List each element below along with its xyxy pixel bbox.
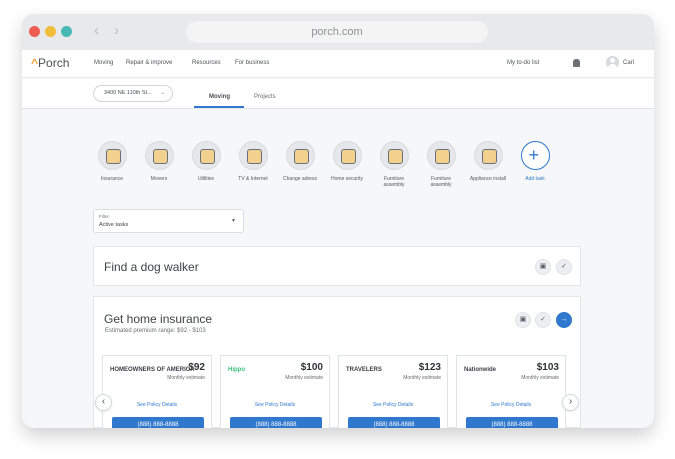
call-phone-button[interactable]: (888) 888-8888 <box>112 417 204 428</box>
quote-estimate-label: Monthly estimate <box>521 375 559 381</box>
arrow-right-icon[interactable]: → <box>556 312 572 328</box>
address-bar[interactable]: porch.com <box>186 21 488 43</box>
quote-card-homeowners[interactable]: HOMEOWNERS OF AMERICA $92 Monthly estima… <box>102 355 212 428</box>
porch-logo[interactable]: ^Porch <box>31 56 69 70</box>
service-utilities[interactable]: Utilities <box>186 141 226 182</box>
service-tv-internet[interactable]: TV & Internet <box>233 141 273 182</box>
movers-icon <box>152 149 168 164</box>
call-phone-button[interactable]: (888) 888-8888 <box>466 417 558 428</box>
active-tab-indicator <box>194 106 244 108</box>
appliance-install-icon <box>481 149 497 164</box>
premium-range-text: Estimated premium range: $92 - $103 <box>105 328 206 334</box>
see-policy-details-link[interactable]: See Policy Details <box>221 402 329 408</box>
address-selector[interactable]: 3400 NE 110th St... ⌄ <box>93 85 173 102</box>
service-shortcuts: Insurance Movers Utilities TV & Internet… <box>92 141 562 201</box>
checkmark-icon[interactable]: ✓ <box>535 312 551 328</box>
sub-navigation: 3400 NE 110th St... ⌄ Moving Projects <box>22 79 654 109</box>
service-insurance[interactable]: Insurance <box>92 141 132 182</box>
task-filter-dropdown[interactable]: Filter Active tasks ▼ <box>93 209 244 233</box>
quote-price: $103 <box>536 362 559 373</box>
quote-card-nationwide[interactable]: Nationwide $103 Monthly estimate See Pol… <box>456 355 566 428</box>
porch-page: ^Porch Moving Repair & improve Resources… <box>22 50 654 428</box>
quote-card-travelers[interactable]: TRAVELERS $123 Monthly estimate See Poli… <box>338 355 448 428</box>
todo-list-link[interactable]: My to-do list <box>507 60 539 66</box>
service-appliance-install[interactable]: Appliance install <box>468 141 508 182</box>
service-home-security[interactable]: Home security <box>327 141 367 182</box>
tv-internet-icon <box>246 149 262 164</box>
utilities-icon <box>199 149 215 164</box>
forward-arrow-icon[interactable]: › <box>114 22 119 40</box>
back-arrow-icon[interactable]: ‹ <box>94 22 99 40</box>
browser-chrome: ‹ › porch.com <box>22 14 654 50</box>
top-navigation: ^Porch Moving Repair & improve Resources… <box>22 50 654 78</box>
close-window-button[interactable] <box>29 26 40 37</box>
bell-icon[interactable] <box>573 59 580 67</box>
user-avatar-icon[interactable] <box>606 56 619 69</box>
call-phone-button[interactable]: (888) 888-8888 <box>348 417 440 428</box>
change-address-icon <box>293 149 309 164</box>
dog-walker-card[interactable]: Find a dog walker ▣ ✓ <box>93 246 581 286</box>
quote-estimate-label: Monthly estimate <box>403 375 441 381</box>
insurance-icon <box>105 149 121 164</box>
homeowners-of-america-logo: HOMEOWNERS OF AMERICA <box>110 367 195 373</box>
see-policy-details-link[interactable]: See Policy Details <box>103 402 211 408</box>
nav-link-for-business[interactable]: For business <box>235 60 269 66</box>
nationwide-logo: Nationwide <box>464 367 497 373</box>
quote-price: $123 <box>418 362 441 373</box>
quote-card-hippo[interactable]: Hippo $100 Monthly estimate See Policy D… <box>220 355 330 428</box>
nav-link-repair-improve[interactable]: Repair & improve <box>126 60 172 66</box>
see-policy-details-link[interactable]: See Policy Details <box>457 402 565 408</box>
minimize-window-button[interactable] <box>45 26 56 37</box>
service-change-address[interactable]: Change adress <box>280 141 320 182</box>
service-furniture-assembly[interactable]: Furniture assembly <box>374 141 414 188</box>
home-insurance-card[interactable]: Get home insurance Estimated premium ran… <box>93 296 581 428</box>
tab-projects[interactable]: Projects <box>254 94 276 100</box>
calendar-icon[interactable]: ▣ <box>515 312 531 328</box>
maximize-window-button[interactable] <box>61 26 72 37</box>
carousel-next-button[interactable]: › <box>562 394 579 411</box>
plus-icon: + <box>528 145 540 165</box>
service-movers[interactable]: Movers <box>139 141 179 182</box>
furniture-assembly-icon <box>387 149 403 164</box>
quote-price: $100 <box>300 362 323 373</box>
home-security-icon <box>340 149 356 164</box>
chevron-down-icon: ⌄ <box>160 90 165 96</box>
carousel-previous-button[interactable]: ‹ <box>95 394 112 411</box>
home-insurance-title: Get home insurance <box>104 312 213 326</box>
service-add-task[interactable]: + Add task <box>515 141 555 182</box>
nav-link-resources[interactable]: Resources <box>192 60 221 66</box>
quote-price: $92 <box>188 362 205 373</box>
travelers-logo: TRAVELERS <box>346 367 382 373</box>
see-policy-details-link[interactable]: See Policy Details <box>339 402 447 408</box>
porch-logo-mark-icon: ^ <box>31 56 39 70</box>
service-furniture-assembly-2[interactable]: Furniture assembly <box>421 141 461 188</box>
caret-down-icon: ▼ <box>231 218 236 224</box>
quote-estimate-label: Monthly estimate <box>285 375 323 381</box>
quote-estimate-label: Monthly estimate <box>167 375 205 381</box>
dog-walker-title: Find a dog walker <box>104 260 199 274</box>
furniture-assembly-icon <box>434 149 450 164</box>
browser-window: ‹ › porch.com ^Porch Moving Repair & imp… <box>22 14 654 428</box>
tab-moving[interactable]: Moving <box>209 94 230 100</box>
user-name[interactable]: Carl <box>623 60 634 66</box>
hippo-logo: Hippo <box>228 367 245 373</box>
checkmark-icon[interactable]: ✓ <box>556 259 572 275</box>
nav-link-moving[interactable]: Moving <box>94 60 113 66</box>
calendar-icon[interactable]: ▣ <box>535 259 551 275</box>
call-phone-button[interactable]: (888) 888-8888 <box>230 417 322 428</box>
